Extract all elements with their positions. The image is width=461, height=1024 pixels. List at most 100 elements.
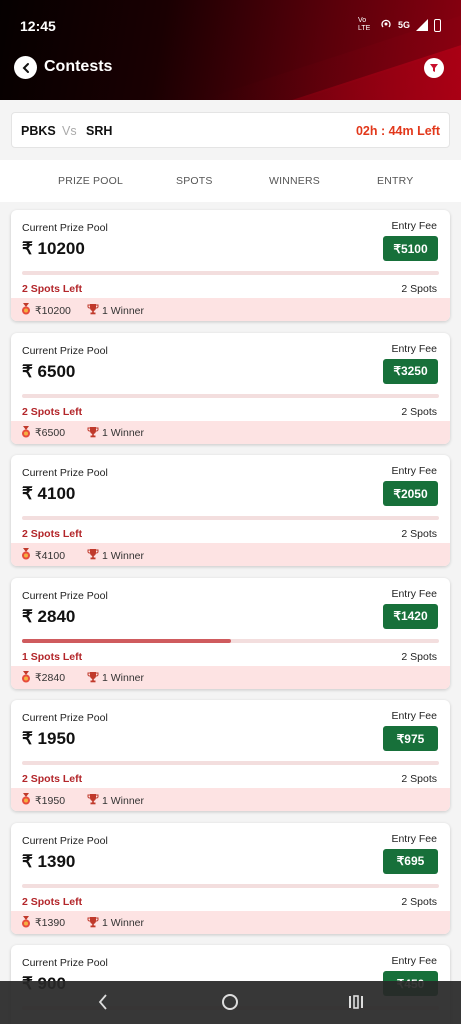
prize-pool-label: Current Prize Pool xyxy=(22,834,108,847)
medal-icon xyxy=(20,425,32,441)
contest-card[interactable]: Current Prize Pool ₹ 4100 Entry Fee ₹2050 2 … xyxy=(11,455,450,566)
prize-pool-value: ₹ 4100 xyxy=(22,484,76,503)
hotspot-icon xyxy=(380,18,392,32)
first-prize: ₹1390 xyxy=(20,915,66,931)
total-spots: 2 Spots xyxy=(401,895,437,908)
contest-footer: ₹4100 1 Winner xyxy=(11,543,450,566)
contest-list-page: PBKS Vs SRH 02h : 44m Left PRIZE POOL SP… xyxy=(0,100,461,1024)
sort-winners[interactable]: WINNERS xyxy=(269,175,320,187)
sort-prize-pool[interactable]: PRIZE POOL xyxy=(58,175,123,187)
spots-left: 1 Spots Left xyxy=(22,650,83,663)
status-bar: 12:45 Vo LTE 5G xyxy=(0,0,461,50)
winner-count: 1 Winner xyxy=(87,426,144,441)
prize-pool-label: Current Prize Pool xyxy=(22,344,108,357)
entry-fee-label: Entry Fee xyxy=(391,710,437,722)
winner-count-value: 1 Winner xyxy=(102,672,145,684)
chevron-left-icon xyxy=(22,62,29,73)
signal-icon xyxy=(416,19,428,31)
winner-count-value: 1 Winner xyxy=(102,427,145,439)
spots-left: 2 Spots Left xyxy=(22,528,83,540)
network-label: 5G xyxy=(397,20,410,30)
total-spots: 2 Spots xyxy=(401,528,437,540)
app-header: 12:45 Vo LTE 5G Contests xyxy=(0,0,461,100)
spots-left: 2 Spots Left xyxy=(22,773,83,785)
contest-footer: ₹1950 1 Winner xyxy=(11,788,450,811)
trophy-icon xyxy=(87,793,99,808)
lte-label: Vo LTE xyxy=(357,17,371,32)
contest-footer: ₹6500 1 Winner xyxy=(11,420,450,444)
spots-progress-bar xyxy=(22,271,439,275)
entry-fee-label: Entry Fee xyxy=(391,587,437,600)
entry-fee-button[interactable]: ₹3250 xyxy=(383,358,438,384)
filter-button[interactable] xyxy=(424,58,444,78)
winner-count-value: 1 Winner xyxy=(102,794,145,807)
total-spots: 2 Spots xyxy=(401,650,437,663)
total-spots: 2 Spots xyxy=(401,773,437,785)
contest-card[interactable]: Current Prize Pool ₹ 1390 Entry Fee ₹695 2 S… xyxy=(11,822,450,934)
winner-count-value: 1 Winner xyxy=(102,304,145,317)
vs-label: Vs xyxy=(62,124,77,138)
first-prize: ₹4100 xyxy=(20,548,65,563)
first-prize-value: ₹10200 xyxy=(35,304,71,317)
entry-fee-label: Entry Fee xyxy=(391,220,437,232)
first-prize: ₹10200 xyxy=(20,303,71,318)
spots-progress-bar xyxy=(22,516,439,520)
back-button[interactable] xyxy=(14,56,37,79)
spots-progress-bar xyxy=(22,883,439,888)
team2-name: SRH xyxy=(86,124,113,138)
prize-pool-value: ₹ 6500 xyxy=(22,361,76,381)
spots-progress-bar xyxy=(22,393,439,398)
entry-fee-label: Entry Fee xyxy=(391,465,437,477)
entry-fee-button[interactable]: ₹5100 xyxy=(383,236,438,261)
trophy-icon xyxy=(87,671,99,686)
nav-back-icon[interactable] xyxy=(96,993,110,1011)
trophy-icon xyxy=(87,548,99,563)
entry-fee-button[interactable]: ₹975 xyxy=(383,726,438,751)
winner-count: 1 Winner xyxy=(87,548,144,563)
prize-pool-value: ₹ 1950 xyxy=(22,729,76,748)
spots-progress-fill xyxy=(22,638,231,643)
contest-card[interactable]: Current Prize Pool ₹ 2840 Entry Fee ₹1420 1 … xyxy=(11,577,450,689)
prize-pool-label: Current Prize Pool xyxy=(22,712,108,724)
team1-name: PBKS xyxy=(21,124,56,138)
entry-fee-button[interactable]: ₹695 xyxy=(383,848,438,874)
trophy-icon xyxy=(87,426,99,441)
first-prize: ₹2840 xyxy=(20,670,65,686)
first-prize-value: ₹1950 xyxy=(35,794,66,807)
medal-icon xyxy=(20,670,32,686)
sort-spots[interactable]: SPOTS xyxy=(176,175,213,187)
entry-fee-label: Entry Fee xyxy=(391,955,437,967)
medal-icon xyxy=(20,303,32,318)
winner-count: 1 Winner xyxy=(87,303,144,318)
battery-icon xyxy=(434,18,441,32)
prize-pool-label: Current Prize Pool xyxy=(22,467,108,479)
first-prize-value: ₹1390 xyxy=(35,917,66,929)
winner-count-value: 1 Winner xyxy=(102,917,145,929)
entry-fee-button[interactable]: ₹1420 xyxy=(383,603,438,629)
contest-card[interactable]: Current Prize Pool ₹ 6500 Entry Fee ₹3250 2 … xyxy=(11,332,450,444)
medal-icon xyxy=(20,548,32,563)
winner-count: 1 Winner xyxy=(87,916,144,931)
prize-pool-label: Current Prize Pool xyxy=(22,589,108,602)
winner-count: 1 Winner xyxy=(87,671,144,686)
contest-card[interactable]: Current Prize Pool ₹ 10200 Entry Fee ₹5100 2… xyxy=(11,210,450,321)
first-prize: ₹6500 xyxy=(20,425,65,441)
entry-fee-button[interactable]: ₹2050 xyxy=(383,481,438,506)
nav-recent-icon[interactable] xyxy=(348,994,364,1010)
contest-footer: ₹10200 1 Winner xyxy=(11,298,450,321)
filter-icon xyxy=(430,64,438,72)
sort-entry[interactable]: ENTRY xyxy=(377,175,413,187)
winner-count-value: 1 Winner xyxy=(102,549,145,562)
time-left: 02h : 44m Left xyxy=(355,124,440,138)
nav-home-icon[interactable] xyxy=(222,994,238,1010)
first-prize: ₹1950 xyxy=(20,793,65,808)
contest-footer: ₹1390 1 Winner xyxy=(11,910,450,934)
spots-left: 2 Spots Left xyxy=(22,283,83,295)
entry-fee-label: Entry Fee xyxy=(391,832,437,845)
status-icons: Vo LTE 5G xyxy=(358,17,441,33)
spots-left: 2 Spots Left xyxy=(22,895,83,908)
status-time: 12:45 xyxy=(20,18,56,34)
first-prize-value: ₹4100 xyxy=(35,549,66,562)
winner-count: 1 Winner xyxy=(87,793,144,808)
contest-card[interactable]: Current Prize Pool ₹ 1950 Entry Fee ₹975 2 S… xyxy=(11,700,450,811)
